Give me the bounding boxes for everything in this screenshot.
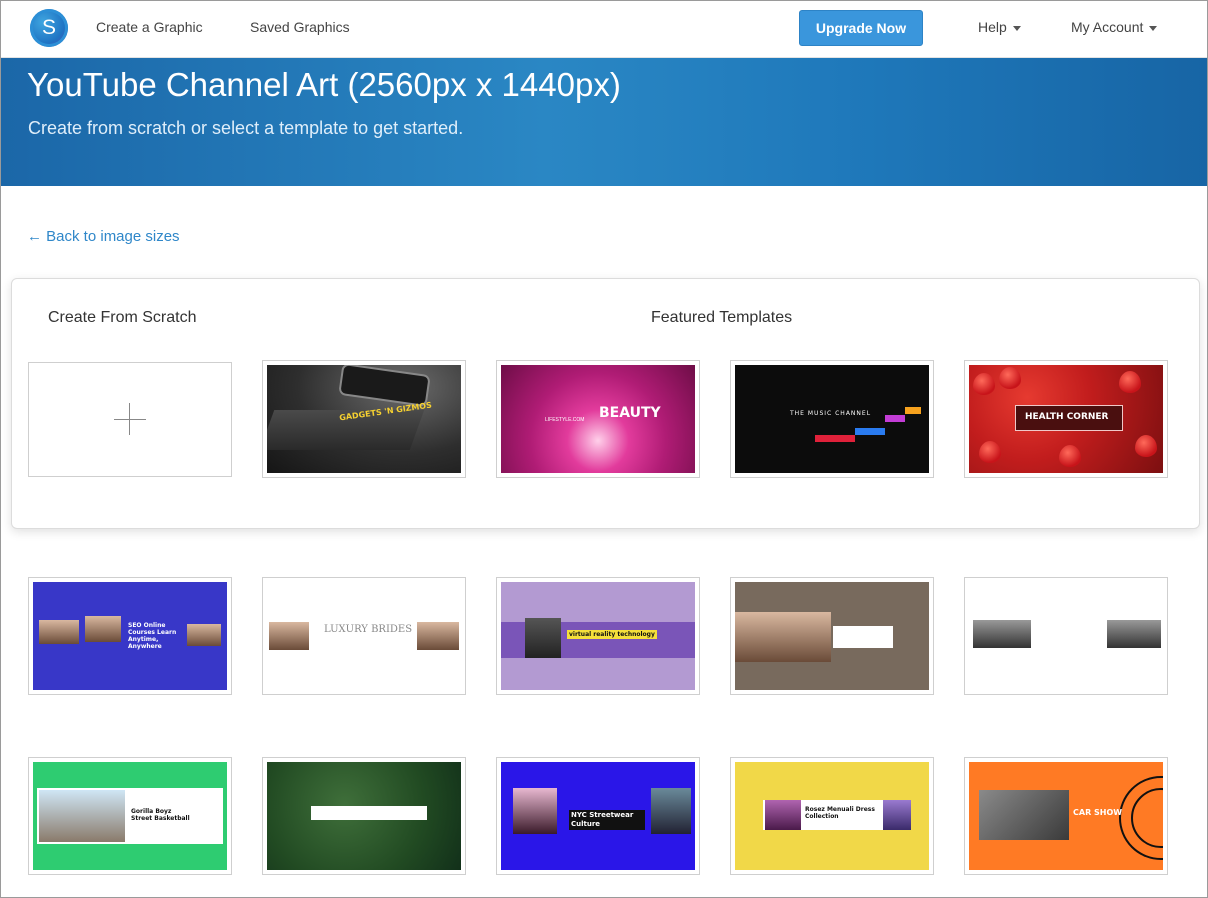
nav-help[interactable]: Help bbox=[978, 19, 1021, 35]
template-thumbnail: Rosez Menuali Dress Collection bbox=[735, 762, 929, 870]
strawberry-image bbox=[1135, 435, 1157, 457]
template-thumbnail: THE MUSIC CHANNEL bbox=[735, 365, 929, 473]
template-title: SEO Online Courses Learn Anytime, Anywhe… bbox=[128, 622, 177, 650]
text-strip bbox=[311, 806, 427, 820]
photo bbox=[735, 612, 831, 662]
mixer-bar bbox=[815, 435, 855, 442]
template-card[interactable] bbox=[964, 577, 1168, 695]
strawberry-image bbox=[973, 373, 995, 395]
logo[interactable]: S bbox=[30, 9, 68, 47]
template-card[interactable]: THE MUSIC CHANNEL bbox=[730, 360, 934, 478]
template-card[interactable]: virtual reality technology bbox=[496, 577, 700, 695]
template-title: HEALTH CORNER bbox=[1025, 412, 1109, 422]
nav-account-label: My Account bbox=[1071, 19, 1144, 35]
template-thumbnail: HEALTH CORNER bbox=[969, 365, 1163, 473]
page-header: YouTube Channel Art (2560px x 1440px) Cr… bbox=[1, 58, 1207, 186]
template-title: NYC Streetwear Culture bbox=[569, 810, 645, 830]
template-card[interactable]: Gorilla Boyz Street Basketball bbox=[28, 757, 232, 875]
strawberry-image bbox=[999, 367, 1021, 389]
template-thumbnail: SEO Online Courses Learn Anytime, Anywhe… bbox=[33, 582, 227, 690]
info-card bbox=[833, 626, 893, 648]
chevron-down-icon bbox=[1149, 25, 1158, 31]
photo bbox=[269, 622, 309, 650]
template-card[interactable]: GADGETS 'N GIZMOS bbox=[262, 360, 466, 478]
photo bbox=[39, 790, 125, 842]
plus-icon bbox=[114, 419, 146, 420]
vr-person bbox=[525, 618, 561, 658]
template-title: Gorilla Boyz Street Basketball bbox=[131, 808, 190, 822]
template-card[interactable]: NYC Streetwear Culture bbox=[496, 757, 700, 875]
template-thumbnail: Gorilla Boyz Street Basketball bbox=[33, 762, 227, 870]
photo bbox=[1107, 620, 1161, 648]
strawberry-image bbox=[1059, 445, 1081, 467]
template-title: virtual reality technology bbox=[567, 630, 657, 639]
chevron-down-icon bbox=[1012, 25, 1021, 31]
template-thumbnail: GADGETS 'N GIZMOS bbox=[267, 365, 461, 473]
app-window: S Create a Graphic Saved Graphics Upgrad… bbox=[0, 0, 1208, 898]
featured-heading: Featured Templates bbox=[651, 309, 793, 326]
mixer-bar bbox=[905, 407, 921, 414]
photo bbox=[651, 788, 691, 834]
template-title: BEAUTY bbox=[599, 405, 661, 421]
template-card[interactable] bbox=[262, 757, 466, 875]
nav-saved-graphics[interactable]: Saved Graphics bbox=[250, 19, 350, 35]
template-thumbnail bbox=[969, 582, 1163, 690]
back-link[interactable]: ← Back to image sizes bbox=[27, 228, 180, 245]
photo bbox=[883, 800, 911, 830]
scratch-heading: Create From Scratch bbox=[48, 309, 197, 326]
template-card[interactable] bbox=[730, 577, 934, 695]
logo-letter: S bbox=[41, 16, 56, 39]
car-photo bbox=[979, 790, 1069, 840]
template-thumbnail: NYC Streetwear Culture bbox=[501, 762, 695, 870]
strawberry-image bbox=[979, 441, 1001, 463]
nav-create-graphic[interactable]: Create a Graphic bbox=[96, 19, 203, 35]
plus-icon-stroke bbox=[129, 403, 130, 435]
photo bbox=[417, 622, 459, 650]
template-card[interactable]: HEALTH CORNER bbox=[964, 360, 1168, 478]
photo bbox=[973, 620, 1031, 648]
photo bbox=[513, 788, 557, 834]
template-title: LUXURY BRIDES bbox=[324, 624, 413, 635]
photo bbox=[765, 800, 801, 830]
phone-image bbox=[340, 365, 429, 405]
template-site: LIFESTYLE.COM bbox=[545, 417, 585, 423]
template-title: CAR SHOW bbox=[1073, 808, 1123, 817]
nav-my-account[interactable]: My Account bbox=[1071, 19, 1158, 35]
photo bbox=[39, 620, 79, 644]
top-nav: S Create a Graphic Saved Graphics Upgrad… bbox=[1, 1, 1207, 58]
template-card[interactable]: LIFESTYLE.COM BEAUTY bbox=[496, 360, 700, 478]
upgrade-button[interactable]: Upgrade Now bbox=[799, 10, 923, 46]
strawberry-image bbox=[1119, 371, 1141, 393]
mixer-bar bbox=[855, 428, 885, 435]
page-subtitle: Create from scratch or select a template… bbox=[28, 118, 464, 138]
page-title: YouTube Channel Art (2560px x 1440px) bbox=[27, 66, 621, 103]
template-title: Rosez Menuali Dress Collection bbox=[805, 806, 875, 820]
template-thumbnail: LIFESTYLE.COM BEAUTY bbox=[501, 365, 695, 473]
template-card[interactable]: Rosez Menuali Dress Collection bbox=[730, 757, 934, 875]
template-card[interactable]: SEO Online Courses Learn Anytime, Anywhe… bbox=[28, 577, 232, 695]
template-thumbnail bbox=[735, 582, 929, 690]
photo bbox=[85, 616, 121, 642]
template-card[interactable]: CAR SHOW bbox=[964, 757, 1168, 875]
template-thumbnail: LUXURY BRIDES bbox=[267, 582, 461, 690]
create-from-scratch-button[interactable] bbox=[28, 362, 232, 477]
mixer-bar bbox=[885, 415, 905, 422]
nav-help-label: Help bbox=[978, 19, 1007, 35]
photo bbox=[187, 624, 221, 646]
template-title: THE MUSIC CHANNEL bbox=[790, 410, 872, 417]
template-thumbnail: CAR SHOW bbox=[969, 762, 1163, 870]
template-card[interactable]: LUXURY BRIDES bbox=[262, 577, 466, 695]
template-thumbnail: virtual reality technology bbox=[501, 582, 695, 690]
template-thumbnail bbox=[267, 762, 461, 870]
